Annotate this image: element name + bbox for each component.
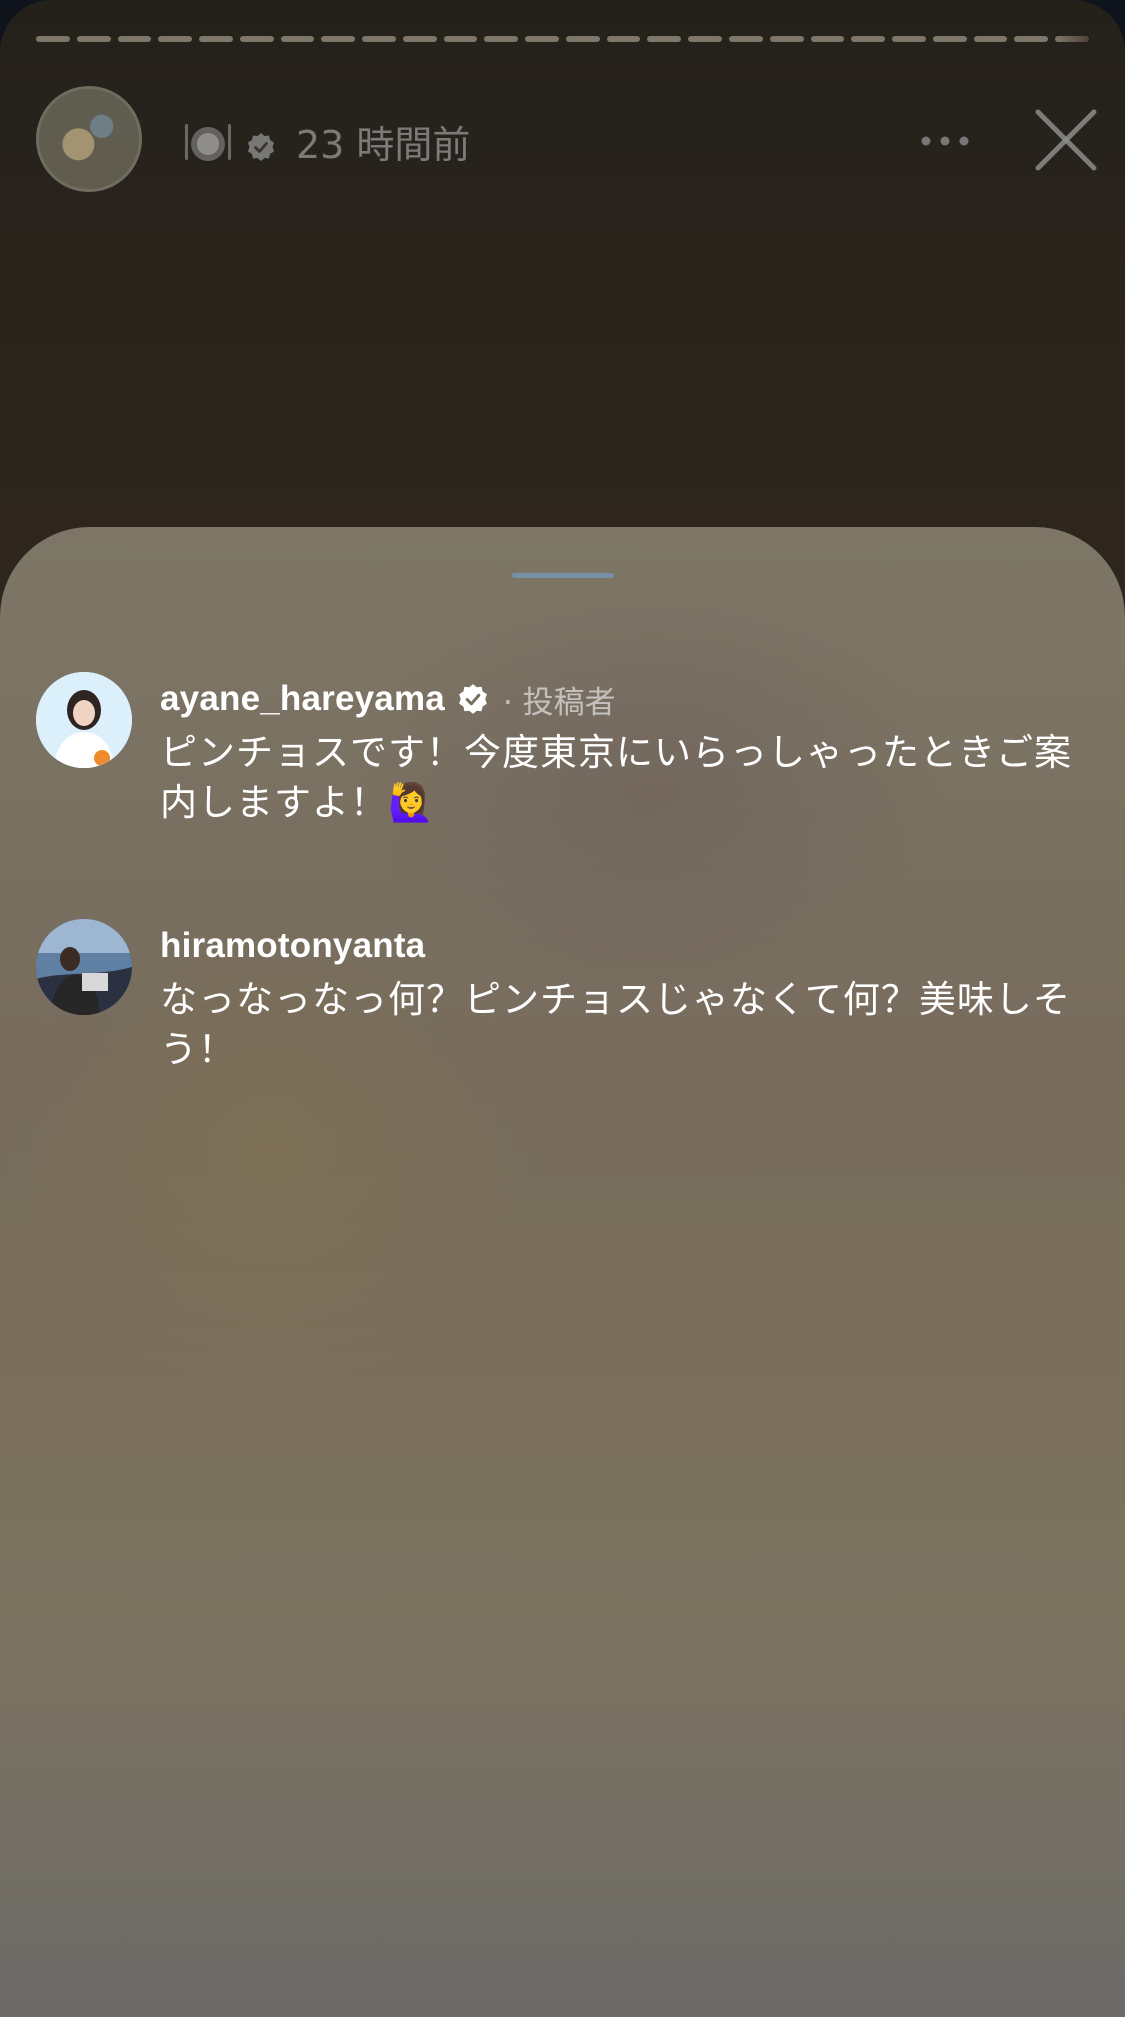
plate-emoji-icon (182, 120, 234, 164)
comment-text: ピンチョスです！今度東京にいらっしゃったときご案内しますよ！🙋‍♀️ (160, 731, 1072, 824)
progress-segment (484, 36, 519, 42)
close-icon[interactable] (1034, 108, 1098, 172)
commenter-avatar[interactable] (36, 672, 132, 768)
progress-segment (729, 36, 763, 42)
comments-sheet[interactable]: ayane_hareyama · 投稿者 ピンチョスです！今度東京にいらっしゃっ… (0, 527, 1125, 2017)
progress-segment (36, 36, 70, 42)
progress-segment (892, 36, 926, 42)
progress-segment (565, 36, 600, 42)
progress-segment (932, 36, 967, 42)
progress-segment (280, 36, 315, 42)
story-verified-badge-icon (246, 127, 276, 161)
comment-username[interactable]: hiramotonyanta (160, 926, 425, 966)
progress-segment (76, 36, 111, 42)
progress-segment (810, 36, 845, 42)
story-author-avatar[interactable] (36, 86, 142, 192)
progress-segment (1014, 36, 1049, 42)
progress-segment (647, 36, 682, 42)
progress-segment (769, 36, 804, 42)
commenter-avatar[interactable] (36, 919, 132, 1015)
verified-badge-icon (457, 683, 489, 715)
progress-segment (606, 36, 641, 42)
comment-text: なっなっなっ何？ピンチョスじゃなくて何？美味しそう！ (160, 978, 1071, 1071)
progress-segment (443, 36, 478, 42)
progress-segment (117, 36, 152, 42)
comment-header: hiramotonyanta (160, 923, 425, 969)
progress-segment (851, 36, 886, 42)
progress-segment (158, 36, 193, 42)
sheet-grab-handle[interactable] (512, 573, 614, 578)
progress-segment (1055, 36, 1089, 42)
progress-segment (239, 36, 274, 42)
progress-segment (402, 36, 437, 42)
progress-segment (973, 36, 1008, 42)
progress-segment (199, 36, 233, 42)
story-time-ago: 23 時間前 (296, 123, 471, 167)
more-options-icon[interactable] (920, 132, 970, 146)
story-header: 23 時間前 (36, 86, 1098, 196)
comment-username[interactable]: ayane_hareyama (160, 679, 445, 719)
progress-segment (525, 36, 559, 42)
progress-segment (688, 36, 723, 42)
progress-segment (362, 36, 396, 42)
story-progress-bar (36, 36, 1089, 42)
comment-header: ayane_hareyama · 投稿者 (160, 676, 616, 722)
story-author[interactable]: 23 時間前 (182, 114, 470, 169)
author-tag: · 投稿者 (502, 684, 616, 721)
progress-segment (321, 36, 356, 42)
